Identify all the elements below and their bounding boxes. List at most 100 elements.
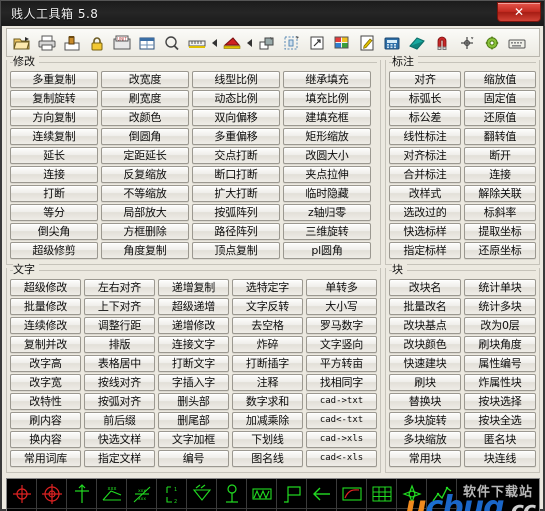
btn-modify-9-3[interactable]: pl圆角 (283, 242, 371, 259)
edit-note-icon[interactable] (355, 31, 378, 55)
btn-text-3-1[interactable]: 排版 (84, 336, 155, 353)
btn-text-6-1[interactable]: 按弧对齐 (84, 393, 155, 410)
btn-modify-1-1[interactable]: 刷宽度 (101, 90, 189, 107)
btn-modify-2-3[interactable]: 建填充框 (283, 109, 371, 126)
btn-block-6-0[interactable]: 替换块 (389, 393, 461, 410)
btn-modify-9-0[interactable]: 超级修剪 (10, 242, 98, 259)
btn-modify-6-0[interactable]: 打断 (10, 185, 98, 202)
btn-modify-4-3[interactable]: 改圆大小 (283, 147, 371, 164)
btn-modify-3-0[interactable]: 连续复制 (10, 128, 98, 145)
btn-modify-7-2[interactable]: 按弧阵列 (192, 204, 280, 221)
btn-dim-3-0[interactable]: 线性标注 (389, 128, 461, 145)
btn-block-7-0[interactable]: 多块旋转 (389, 412, 461, 429)
btn-text-9-4[interactable]: cad<-xls (306, 450, 377, 467)
btn-text-4-3[interactable]: 打断插字 (232, 355, 303, 372)
grid-table-icon[interactable] (367, 479, 397, 509)
btn-modify-2-0[interactable]: 方向复制 (10, 109, 98, 126)
btn-modify-3-1[interactable]: 倒圆角 (101, 128, 189, 145)
slope-label-icon[interactable]: xxx (97, 479, 127, 509)
btn-modify-7-0[interactable]: 等分 (10, 204, 98, 221)
btn-modify-4-0[interactable]: 延长 (10, 147, 98, 164)
btn-text-4-1[interactable]: 表格居中 (84, 355, 155, 372)
btn-block-1-1[interactable]: 统计多块 (464, 298, 536, 315)
btn-dim-8-0[interactable]: 快选标样 (389, 223, 461, 240)
btn-text-7-4[interactable]: cad<-txt (306, 412, 377, 429)
btn-block-7-1[interactable]: 按块全选 (464, 412, 536, 429)
btn-modify-5-2[interactable]: 断口打断 (192, 166, 280, 183)
btn-dim-5-0[interactable]: 合并标注 (389, 166, 461, 183)
magnet-icon[interactable] (430, 31, 453, 55)
export-icon[interactable] (305, 31, 328, 55)
btn-text-4-2[interactable]: 打断文字 (158, 355, 229, 372)
btn-text-8-3[interactable]: 下划线 (232, 431, 303, 448)
btn-text-3-4[interactable]: 文字竖向 (306, 336, 377, 353)
select-frame-icon[interactable] (280, 31, 303, 55)
btn-dim-2-1[interactable]: 还原值 (464, 109, 536, 126)
btn-text-1-0[interactable]: 批量修改 (10, 298, 81, 315)
color-grid-icon[interactable] (330, 31, 353, 55)
btn-text-5-4[interactable]: 找相同字 (306, 374, 377, 391)
btn-modify-3-3[interactable]: 矩形缩放 (283, 128, 371, 145)
btn-text-8-4[interactable]: cad->xls (306, 431, 377, 448)
btn-modify-9-2[interactable]: 顶点复制 (192, 242, 280, 259)
btn-text-1-1[interactable]: 上下对齐 (84, 298, 155, 315)
target-circle-icon[interactable] (37, 479, 67, 509)
btn-text-1-2[interactable]: 超级递增 (158, 298, 229, 315)
btn-block-8-0[interactable]: 多块缩放 (389, 431, 461, 448)
open-folder-icon[interactable] (10, 31, 33, 55)
dropdown-arrow-2-icon[interactable] (244, 31, 254, 55)
btn-block-9-0[interactable]: 常用块 (389, 450, 461, 467)
btn-modify-8-2[interactable]: 路径阵列 (192, 223, 280, 240)
btn-text-1-4[interactable]: 大小写 (306, 298, 377, 315)
btn-modify-6-3[interactable]: 临时隐藏 (283, 185, 371, 202)
btn-block-8-1[interactable]: 匿名块 (464, 431, 536, 448)
btn-modify-5-1[interactable]: 反复缩放 (101, 166, 189, 183)
btn-text-2-0[interactable]: 连续修改 (10, 317, 81, 334)
btn-modify-8-1[interactable]: 方框删除 (101, 223, 189, 240)
gear-green-icon[interactable] (480, 31, 503, 55)
polyline-green-icon[interactable] (427, 479, 457, 509)
curve-box-icon[interactable] (337, 479, 367, 509)
callout-flag-icon[interactable] (277, 479, 307, 509)
btn-block-4-0[interactable]: 快速建块 (389, 355, 461, 372)
ruler-icon[interactable] (185, 31, 208, 55)
btn-dim-4-1[interactable]: 断开 (464, 147, 536, 164)
btn-block-9-1[interactable]: 块连线 (464, 450, 536, 467)
btn-text-4-0[interactable]: 改字高 (10, 355, 81, 372)
btn-text-9-1[interactable]: 指定文样 (84, 450, 155, 467)
btn-dim-1-1[interactable]: 固定值 (464, 90, 536, 107)
btn-dim-7-1[interactable]: 标斜率 (464, 204, 536, 221)
btn-modify-8-3[interactable]: 三维旋转 (283, 223, 371, 240)
btn-modify-1-2[interactable]: 动态比例 (192, 90, 280, 107)
crosshair-circle-icon[interactable] (7, 479, 37, 509)
btn-modify-3-2[interactable]: 多重偏移 (192, 128, 280, 145)
btn-text-2-3[interactable]: 去空格 (232, 317, 303, 334)
btn-block-5-0[interactable]: 刷块 (389, 374, 461, 391)
btn-dim-7-0[interactable]: 选改过的 (389, 204, 461, 221)
btn-modify-9-1[interactable]: 角度复制 (101, 242, 189, 259)
book-icon[interactable] (405, 31, 428, 55)
btn-block-2-1[interactable]: 改为0层 (464, 317, 536, 334)
btn-text-2-4[interactable]: 罗马数字 (306, 317, 377, 334)
btn-dim-6-0[interactable]: 改样式 (389, 185, 461, 202)
shapes-icon[interactable] (255, 31, 278, 55)
zigzag-box-icon[interactable] (247, 479, 277, 509)
btn-text-6-2[interactable]: 删头部 (158, 393, 229, 410)
btn-dim-1-0[interactable]: 标弧长 (389, 90, 461, 107)
btn-block-3-0[interactable]: 改块颜色 (389, 336, 461, 353)
hatch-arrow-icon[interactable] (187, 479, 217, 509)
btn-text-3-3[interactable]: 炸碎 (232, 336, 303, 353)
btn-modify-7-1[interactable]: 局部放大 (101, 204, 189, 221)
btn-text-7-1[interactable]: 前后缀 (84, 412, 155, 429)
btn-dim-8-1[interactable]: 提取坐标 (464, 223, 536, 240)
btn-modify-4-1[interactable]: 定距延长 (101, 147, 189, 164)
btn-text-9-2[interactable]: 编号 (158, 450, 229, 467)
hatch-red-icon[interactable] (220, 31, 243, 55)
coord-label-icon[interactable]: 12 (157, 479, 187, 509)
btn-dim-9-0[interactable]: 指定标样 (389, 242, 461, 259)
btn-modify-2-1[interactable]: 改颜色 (101, 109, 189, 126)
btn-text-3-0[interactable]: 复制并改 (10, 336, 81, 353)
btn-dim-2-0[interactable]: 标公差 (389, 109, 461, 126)
lock-icon[interactable] (85, 31, 108, 55)
left-arrow-icon[interactable] (307, 479, 337, 509)
